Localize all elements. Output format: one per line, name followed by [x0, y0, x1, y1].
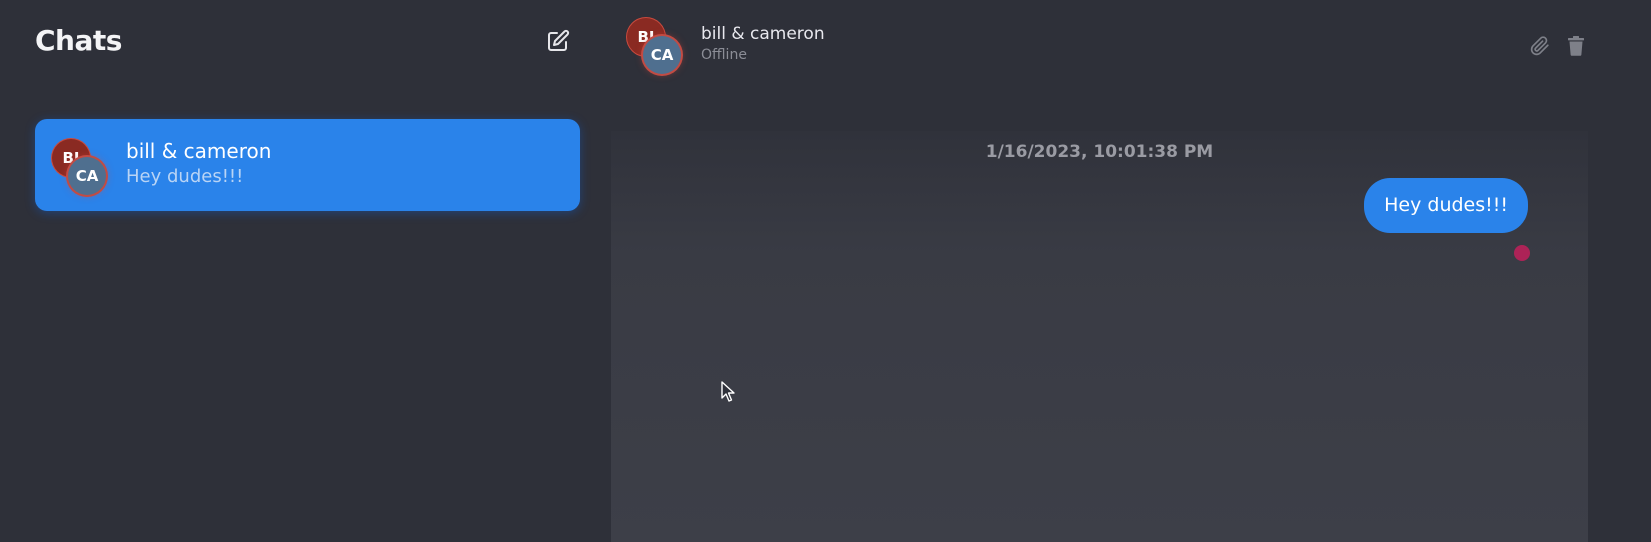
compose-button[interactable]	[544, 27, 572, 55]
message-timestamp: 1/16/2023, 10:01:38 PM	[985, 142, 1214, 162]
read-indicator	[1514, 245, 1530, 261]
message-bubble[interactable]: Hey dudes!!!	[1364, 178, 1528, 233]
avatar: CA	[643, 36, 681, 74]
message-pane[interactable]: 1/16/2023, 10:01:38 PM Hey dudes!!!	[611, 131, 1588, 542]
delete-button[interactable]	[1565, 34, 1587, 58]
sidebar: Chats BI CA bill & cameron Hey dudes!!!	[0, 0, 611, 542]
chat-list-item[interactable]: BI CA bill & cameron Hey dudes!!!	[35, 119, 580, 211]
conversation-title: bill & cameron	[701, 24, 825, 44]
compose-icon	[548, 29, 570, 51]
presence-status: Offline	[701, 47, 747, 63]
mouse-cursor-icon	[721, 381, 735, 402]
paperclip-icon	[1530, 36, 1549, 56]
conversation-header: BI CA bill & cameron Offline	[611, 0, 1651, 90]
avatar: CA	[68, 157, 106, 195]
sidebar-title: Chats	[35, 24, 122, 57]
chat-name: bill & cameron	[126, 139, 272, 163]
trash-icon	[1568, 36, 1584, 56]
chat-app: Chats BI CA bill & cameron Hey dudes!!! …	[0, 0, 1651, 542]
chat-preview: Hey dudes!!!	[126, 166, 244, 187]
group-avatar: BI CA	[52, 139, 108, 195]
attach-button[interactable]	[1529, 34, 1551, 58]
group-avatar: BI CA	[627, 18, 683, 74]
